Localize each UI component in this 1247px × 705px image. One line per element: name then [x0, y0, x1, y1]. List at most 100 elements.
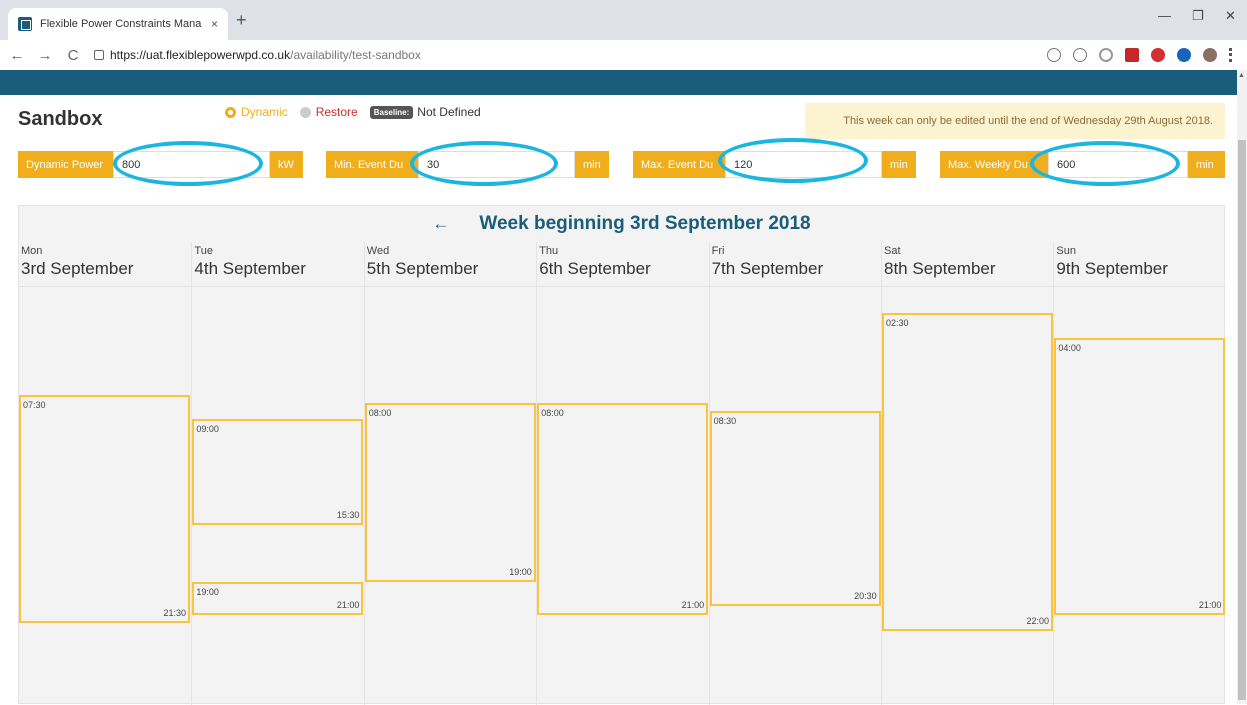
event-end-time: 21:00: [336, 599, 360, 610]
param-max-weekly: Max. Weekly Du 600 min: [940, 151, 1225, 178]
lock-icon: [94, 50, 104, 60]
calendar-header: ← Week beginning 3rd September 2018: [19, 206, 1224, 242]
day-date: 6th September: [539, 259, 651, 278]
event-start-time: 19:00: [196, 587, 219, 598]
day-header: Sat 8th September: [882, 242, 1054, 287]
day-header: Tue 4th September: [192, 242, 364, 287]
hp-extension-icon[interactable]: [1177, 48, 1191, 62]
page-title: Sandbox: [18, 108, 103, 130]
day-name: Sun: [1056, 245, 1076, 257]
browser-tab-bar: Flexible Power Constraints Mana × + — ❐ …: [0, 0, 1247, 40]
extension-red-icon[interactable]: [1151, 48, 1165, 62]
site-logo-icon[interactable]: [22, 72, 102, 90]
max-weekly-duration-input[interactable]: 600: [1048, 151, 1188, 178]
availability-event[interactable]: 08:30 20:30: [709, 410, 881, 607]
restore-button[interactable]: ❐: [1192, 8, 1204, 24]
bookmark-star-icon[interactable]: [1073, 48, 1087, 62]
event-end-time: 15:30: [336, 509, 360, 520]
minimize-button[interactable]: —: [1158, 8, 1171, 23]
new-tab-button[interactable]: +: [236, 10, 247, 31]
day-column[interactable]: Fri 7th September 08:30 20:30: [708, 242, 881, 705]
url-domain: https://uat.flexiblepowerwpd.co.uk: [110, 48, 291, 62]
mode-restore-radio[interactable]: Restore: [299, 105, 358, 119]
dynamic-power-input[interactable]: 800: [113, 151, 270, 178]
day-name: Wed: [366, 245, 390, 257]
day-column[interactable]: Sat 8th September 02:30 22:00: [881, 242, 1054, 705]
event-end-time: 21:00: [1198, 599, 1222, 610]
day-date: 5th September: [366, 259, 479, 278]
mode-dynamic-label: Dynamic: [241, 105, 288, 119]
address-bar[interactable]: https://uat.flexiblepowerwpd.co.uk/avail…: [94, 48, 421, 62]
browser-tab[interactable]: Flexible Power Constraints Mana ×: [8, 8, 228, 40]
day-date: 4th September: [194, 259, 306, 278]
week-calendar: ← Week beginning 3rd September 2018 Mon 3…: [18, 205, 1226, 705]
availability-event[interactable]: 08:00 21:00: [537, 402, 709, 615]
mode-dynamic-radio[interactable]: Dynamic: [225, 105, 288, 119]
week-title: Week beginning 3rd September 2018: [479, 213, 811, 234]
event-end-time: 22:00: [1026, 615, 1049, 626]
event-start-time: 02:30: [886, 318, 909, 329]
availability-event[interactable]: 08:00 19:00: [364, 402, 536, 583]
event-start-time: 08:00: [541, 407, 564, 418]
mode-selector: Dynamic Restore Baseline: Not Defined: [225, 105, 481, 119]
day-column[interactable]: Mon 3rd September 07:30 21:30: [19, 242, 192, 705]
event-start-time: 04:00: [1058, 342, 1081, 353]
event-end-time: 20:30: [854, 591, 877, 602]
param-unit: min: [1188, 151, 1225, 178]
radio-unselected-icon[interactable]: [299, 106, 311, 118]
event-end-time: 19:00: [509, 567, 532, 578]
tab-close-icon[interactable]: ×: [211, 17, 218, 31]
day-date: 3rd September: [21, 259, 134, 278]
availability-event[interactable]: 07:30 21:30: [19, 394, 190, 623]
tab-title: Flexible Power Constraints Mana: [40, 18, 202, 30]
mode-restore-label: Restore: [315, 105, 358, 119]
event-start-time: 08:30: [713, 415, 737, 426]
reload-button[interactable]: C: [62, 47, 84, 64]
param-unit: min: [882, 151, 916, 178]
day-column[interactable]: Sun 9th September 04:00 21:00: [1053, 242, 1226, 705]
back-button[interactable]: ←: [6, 47, 28, 64]
event-end-time: 21:00: [681, 599, 705, 610]
day-date: 8th September: [884, 259, 996, 278]
day-name: Tue: [194, 245, 213, 257]
zoom-icon[interactable]: [1047, 48, 1061, 62]
forward-button[interactable]: →: [34, 47, 56, 64]
baseline-value: Not Defined: [417, 105, 481, 119]
param-dynamic-power: Dynamic Power 800 kW: [18, 151, 303, 178]
availability-event[interactable]: 04:00 21:00: [1054, 337, 1226, 615]
close-window-button[interactable]: ✕: [1225, 8, 1236, 24]
param-label: Max. Event Du: [633, 151, 725, 178]
param-label: Max. Weekly Du: [940, 151, 1048, 178]
profile-avatar-icon[interactable]: [1203, 48, 1217, 62]
day-date: 7th September: [711, 259, 824, 278]
menu-dots-icon[interactable]: [1229, 48, 1233, 62]
day-name: Fri: [711, 245, 725, 257]
radio-selected-icon[interactable]: [225, 106, 236, 118]
day-name: Thu: [539, 245, 559, 257]
day-column[interactable]: Wed 5th September 08:00 19:00: [363, 242, 537, 705]
extension-pocket-icon[interactable]: [1125, 48, 1139, 62]
max-event-duration-input[interactable]: 120: [725, 151, 882, 178]
url-path: /availability/test-sandbox: [290, 48, 421, 62]
day-column[interactable]: Thu 6th September 08:00 21:00: [536, 242, 709, 705]
day-header: Mon 3rd September: [19, 242, 192, 287]
param-label: Dynamic Power: [18, 151, 113, 178]
param-min-event: Min. Event Du 30 min: [326, 151, 609, 178]
site-banner: [0, 70, 1237, 95]
availability-event[interactable]: 09:00 15:30: [192, 419, 364, 525]
extension-circle-icon[interactable]: [1099, 48, 1113, 62]
availability-event[interactable]: 02:30 22:00: [882, 313, 1053, 631]
prev-week-arrow-icon[interactable]: ←: [432, 214, 449, 234]
baseline-badge: Baseline:: [369, 105, 414, 119]
day-column[interactable]: Tue 4th September 09:00 15:30 19:00 21:00: [191, 242, 364, 705]
scroll-up-icon[interactable]: ▲: [1238, 72, 1245, 79]
min-event-duration-input[interactable]: 30: [418, 151, 575, 178]
scrollbar-thumb[interactable]: [1238, 140, 1246, 700]
day-date: 9th September: [1056, 259, 1168, 278]
param-max-event: Max. Event Du 120 min: [633, 151, 916, 178]
availability-event[interactable]: 19:00 21:00: [192, 582, 364, 615]
site-favicon-icon: [18, 17, 32, 31]
event-start-time: 07:30: [23, 399, 46, 410]
param-unit: min: [575, 151, 609, 178]
page-scrollbar[interactable]: ▲: [1237, 70, 1247, 704]
